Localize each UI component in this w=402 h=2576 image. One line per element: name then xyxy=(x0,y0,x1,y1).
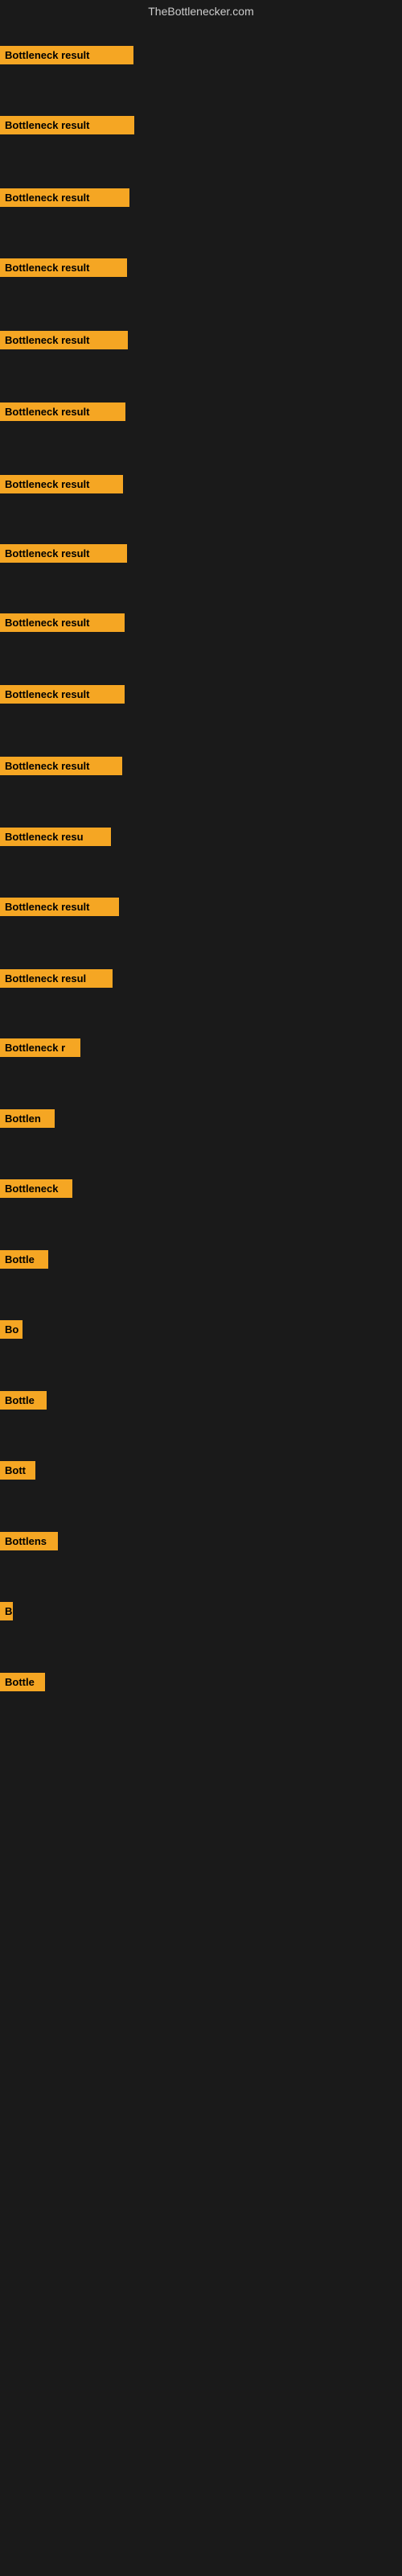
bottleneck-result-item[interactable]: Bottleneck result xyxy=(0,685,125,704)
bottleneck-result-item[interactable]: Bottleneck resul xyxy=(0,969,113,988)
bottleneck-result-item[interactable]: Bottleneck result xyxy=(0,188,129,207)
bottleneck-result-item[interactable]: Bo xyxy=(0,1320,23,1339)
bottleneck-result-item[interactable]: Bottleneck result xyxy=(0,757,122,775)
bottleneck-result-item[interactable]: Bottlen xyxy=(0,1109,55,1128)
bottleneck-result-item[interactable]: Bottleneck result xyxy=(0,475,123,493)
bottleneck-result-item[interactable]: Bottleneck xyxy=(0,1179,72,1198)
bottleneck-result-item[interactable]: Bottleneck result xyxy=(0,116,134,134)
bottleneck-result-item[interactable]: Bottleneck result xyxy=(0,402,125,421)
bottleneck-result-item[interactable]: Bottleneck result xyxy=(0,898,119,916)
bottleneck-result-item[interactable]: B xyxy=(0,1602,13,1620)
bottleneck-result-item[interactable]: Bott xyxy=(0,1461,35,1480)
bottleneck-result-item[interactable]: Bottleneck resu xyxy=(0,828,111,846)
bottleneck-result-item[interactable]: Bottle xyxy=(0,1673,45,1691)
bottleneck-result-item[interactable]: Bottle xyxy=(0,1391,47,1410)
bottleneck-result-item[interactable]: Bottleneck r xyxy=(0,1038,80,1057)
bottleneck-result-item[interactable]: Bottleneck result xyxy=(0,613,125,632)
bottleneck-result-item[interactable]: Bottleneck result xyxy=(0,258,127,277)
bottleneck-result-item[interactable]: Bottleneck result xyxy=(0,331,128,349)
bottleneck-result-item[interactable]: Bottle xyxy=(0,1250,48,1269)
bottleneck-result-item[interactable]: Bottleneck result xyxy=(0,46,133,64)
bottleneck-result-item[interactable]: Bottleneck result xyxy=(0,544,127,563)
site-title: TheBottlenecker.com xyxy=(0,0,402,21)
bottleneck-result-item[interactable]: Bottlens xyxy=(0,1532,58,1550)
